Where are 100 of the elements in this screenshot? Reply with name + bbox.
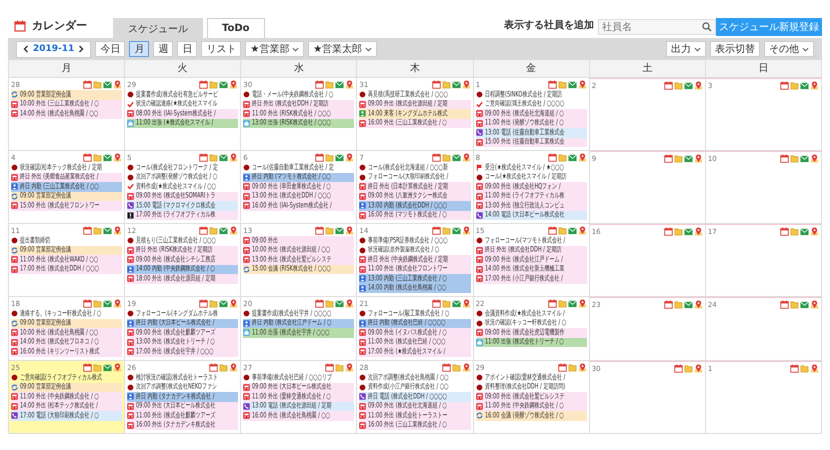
folder-icon[interactable] — [93, 226, 102, 235]
calendar-icon[interactable] — [315, 80, 324, 89]
folder-icon[interactable] — [442, 153, 451, 162]
map-pin-icon[interactable] — [229, 299, 238, 308]
map-pin-icon[interactable] — [462, 80, 471, 89]
envelope-icon[interactable] — [568, 80, 577, 89]
envelope-icon[interactable] — [219, 80, 228, 89]
map-pin-icon[interactable] — [462, 153, 471, 162]
envelope-icon[interactable] — [568, 226, 577, 235]
view-button[interactable]: 週 — [153, 41, 174, 57]
envelope-icon[interactable] — [103, 153, 112, 162]
envelope-icon[interactable] — [335, 299, 344, 308]
envelope-icon[interactable] — [335, 153, 344, 162]
envelope-icon[interactable] — [684, 227, 693, 236]
calendar-icon[interactable] — [548, 153, 557, 162]
calendar-icon[interactable] — [199, 299, 208, 308]
folder-icon[interactable] — [568, 363, 577, 372]
map-pin-icon[interactable] — [694, 154, 703, 163]
folder-icon[interactable] — [219, 363, 228, 372]
folder-icon[interactable] — [93, 153, 102, 162]
envelope-icon[interactable] — [684, 300, 693, 309]
envelope-icon[interactable] — [219, 153, 228, 162]
map-pin-icon[interactable] — [810, 81, 819, 90]
envelope-icon[interactable] — [684, 81, 693, 90]
calendar-icon[interactable] — [83, 80, 92, 89]
folder-icon[interactable] — [684, 364, 693, 373]
folder-icon[interactable] — [674, 81, 683, 90]
toolbar-button[interactable]: 表示切替 — [710, 41, 760, 57]
view-button[interactable]: 月 — [129, 41, 150, 57]
map-pin-icon[interactable] — [462, 226, 471, 235]
calendar-icon[interactable] — [199, 226, 208, 235]
envelope-icon[interactable] — [452, 226, 461, 235]
folder-icon[interactable] — [209, 153, 218, 162]
map-pin-icon[interactable] — [578, 80, 587, 89]
view-button[interactable]: 日 — [177, 41, 198, 57]
map-pin-icon[interactable] — [694, 227, 703, 236]
envelope-icon[interactable] — [800, 300, 809, 309]
calendar-icon[interactable] — [199, 80, 208, 89]
calendar-icon[interactable] — [780, 81, 789, 90]
folder-icon[interactable] — [442, 80, 451, 89]
dropdown-button[interactable]: その他 — [764, 41, 814, 57]
calendar-icon[interactable] — [209, 363, 218, 372]
map-pin-icon[interactable] — [694, 300, 703, 309]
map-pin-icon[interactable] — [810, 364, 819, 373]
map-pin-icon[interactable] — [113, 80, 122, 89]
calendar-icon[interactable] — [780, 227, 789, 236]
calendar-icon[interactable] — [315, 226, 324, 235]
folder-icon[interactable] — [790, 154, 799, 163]
folder-icon[interactable] — [790, 81, 799, 90]
calendar-icon[interactable] — [548, 80, 557, 89]
tab[interactable]: ToDo — [207, 18, 265, 38]
calendar-icon[interactable] — [442, 363, 451, 372]
calendar-icon[interactable] — [432, 153, 441, 162]
calendar-icon[interactable] — [83, 226, 92, 235]
calendar-icon[interactable] — [664, 154, 673, 163]
folder-icon[interactable] — [674, 227, 683, 236]
folder-icon[interactable] — [674, 154, 683, 163]
map-pin-icon[interactable] — [810, 154, 819, 163]
calendar-icon[interactable] — [432, 226, 441, 235]
employee-search-field[interactable]: 社員名 — [598, 19, 716, 35]
folder-icon[interactable] — [325, 80, 334, 89]
envelope-icon[interactable] — [103, 226, 112, 235]
folder-icon[interactable] — [558, 153, 567, 162]
map-pin-icon[interactable] — [113, 363, 122, 372]
map-pin-icon[interactable] — [578, 363, 587, 372]
calendar-icon[interactable] — [432, 80, 441, 89]
folder-icon[interactable] — [442, 299, 451, 308]
map-pin-icon[interactable] — [694, 81, 703, 90]
calendar-icon[interactable] — [83, 153, 92, 162]
map-pin-icon[interactable] — [462, 299, 471, 308]
envelope-icon[interactable] — [335, 80, 344, 89]
envelope-icon[interactable] — [452, 80, 461, 89]
calendar-icon[interactable] — [432, 299, 441, 308]
folder-icon[interactable] — [790, 300, 799, 309]
map-pin-icon[interactable] — [578, 153, 587, 162]
folder-icon[interactable] — [558, 80, 567, 89]
calendar-icon[interactable] — [199, 153, 208, 162]
dropdown-button[interactable]: 出力 — [666, 41, 706, 57]
calendar-icon[interactable] — [780, 154, 789, 163]
folder-icon[interactable] — [790, 227, 799, 236]
calendar-icon[interactable] — [674, 364, 683, 373]
folder-icon[interactable] — [209, 226, 218, 235]
map-pin-icon[interactable] — [229, 363, 238, 372]
calendar-icon[interactable] — [83, 299, 92, 308]
calendar-icon[interactable] — [315, 299, 324, 308]
calendar-icon[interactable] — [548, 299, 557, 308]
map-pin-icon[interactable] — [229, 226, 238, 235]
envelope-icon[interactable] — [103, 80, 112, 89]
folder-icon[interactable] — [442, 226, 451, 235]
envelope-icon[interactable] — [219, 299, 228, 308]
envelope-icon[interactable] — [684, 154, 693, 163]
tab[interactable]: スケジュール — [113, 18, 203, 38]
map-pin-icon[interactable] — [462, 363, 471, 372]
envelope-icon[interactable] — [452, 153, 461, 162]
calendar-icon[interactable] — [790, 364, 799, 373]
map-pin-icon[interactable] — [345, 153, 354, 162]
envelope-icon[interactable] — [103, 363, 112, 372]
envelope-icon[interactable] — [335, 226, 344, 235]
envelope-icon[interactable] — [568, 299, 577, 308]
today-button[interactable]: 今日 — [95, 41, 126, 57]
